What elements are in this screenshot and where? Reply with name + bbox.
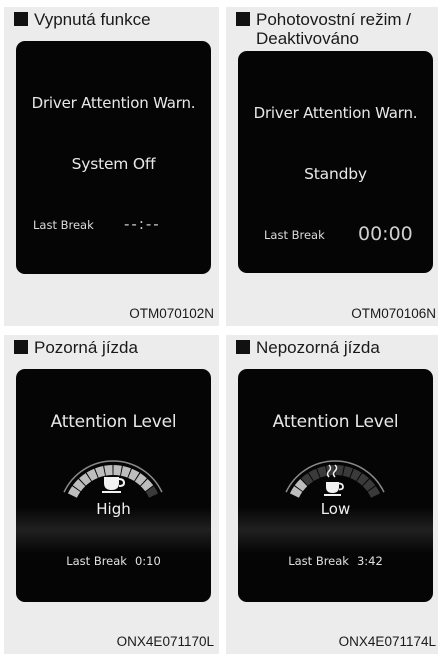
panel-heading: Nepozorná jízda (236, 338, 438, 357)
cluster-display: Attention Level High Last Break 0:10 (16, 369, 211, 602)
last-break-row: Last Break 3:42 (238, 554, 433, 568)
panel-heading-text: Pohotovostní režim / Deaktivováno (256, 10, 411, 48)
display-title: Driver Attention Warn. (31, 94, 196, 112)
last-break-label: Last Break (66, 554, 127, 568)
panel-heading: Pohotovostní režim / Deaktivováno (236, 10, 438, 48)
panel-attentive-driving: Pozorná jízda Attention Level High Last … (4, 335, 219, 654)
panel-system-off: Vypnutá funkce Driver Attention Warn. Sy… (4, 7, 219, 326)
panel-standby: Pohotovostní režim / Deaktivováno Driver… (226, 7, 438, 326)
panel-heading: Vypnutá funkce (14, 10, 217, 29)
gauge-segment (113, 465, 122, 476)
last-break-value: 0:10 (134, 554, 161, 568)
cluster-display: Driver Attention Warn. System Off Last B… (16, 41, 211, 274)
attention-level-value: High (96, 500, 131, 518)
panel-heading: Pozorná jízda (14, 338, 217, 357)
system-state: Standby (304, 165, 367, 183)
panel-heading-text: Nepozorná jízda (256, 338, 380, 357)
last-break-label: Last Break (264, 228, 325, 242)
last-break-label: Last Break (33, 218, 94, 232)
panel-heading-text: Vypnutá funkce (34, 10, 151, 29)
figure-code: ONX4E071170L (116, 634, 214, 649)
last-break-label: Last Break (288, 554, 349, 568)
panel-heading-text: Pozorná jízda (34, 338, 138, 357)
last-break-value: --:-- (124, 215, 161, 233)
attention-level-value: Low (320, 500, 351, 518)
bullet-square-icon (14, 12, 28, 26)
figure-code: OTM070102N (129, 306, 214, 321)
last-break-row: Last Break 0:10 (16, 554, 211, 568)
coffee-cup-icon (102, 477, 126, 493)
figure-code: OTM070106N (351, 306, 436, 321)
figure-code: ONX4E071174L (338, 634, 436, 649)
bullet-square-icon (236, 12, 250, 26)
bullet-square-icon (14, 340, 28, 354)
bullet-square-icon (236, 340, 250, 354)
last-break-value: 00:00 (358, 223, 413, 245)
display-title: Driver Attention Warn. (253, 104, 418, 122)
cluster-display: Driver Attention Warn. Standby Last Brea… (238, 51, 433, 273)
system-state: System Off (71, 155, 156, 173)
gauge-segment (104, 465, 113, 476)
panel-inattentive-driving: Nepozorná jízda Attention Level Low Last… (226, 335, 438, 654)
cluster-display: Attention Level Low Last Break 3:42 (238, 369, 433, 602)
last-break-value: 3:42 (356, 554, 383, 568)
